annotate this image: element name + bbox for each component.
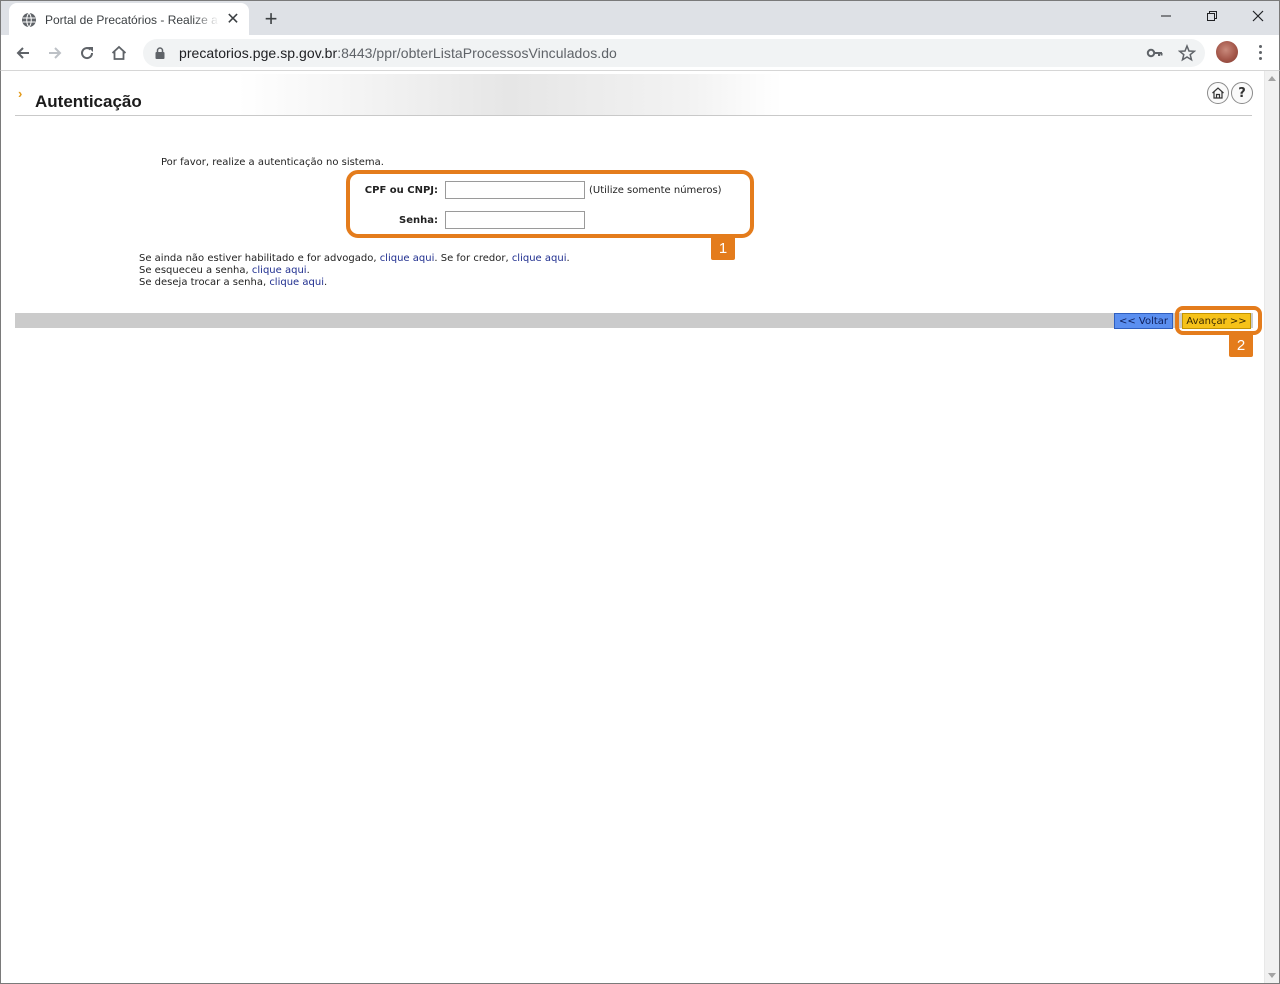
- browser-toolbar: precatorios.pge.sp.gov.br:8443/ppr/obter…: [0, 35, 1280, 71]
- tab-close-icon[interactable]: ✕: [225, 11, 241, 28]
- minimize-icon[interactable]: [1143, 1, 1189, 31]
- change-password-link[interactable]: clique aqui: [269, 277, 324, 288]
- page-viewport: › Autenticação ? Por favor, realize a au…: [0, 71, 1280, 984]
- bookmark-star-icon[interactable]: [1175, 41, 1199, 65]
- voltar-button[interactable]: << Voltar: [1114, 313, 1173, 329]
- annotation-badge-1: 1: [711, 236, 735, 260]
- help-icon[interactable]: ?: [1231, 82, 1253, 104]
- restore-icon[interactable]: [1189, 1, 1235, 31]
- change-password-line: Se deseja trocar a senha, clique aqui.: [139, 277, 328, 288]
- url-text: precatorios.pge.sp.gov.br:8443/ppr/obter…: [179, 45, 617, 61]
- chevron-right-icon: ›: [18, 86, 23, 101]
- forward-arrow-icon[interactable]: [41, 39, 69, 67]
- creditor-register-link[interactable]: clique aqui: [512, 253, 567, 264]
- lock-icon: [155, 47, 165, 59]
- annotation-badge-2: 2: [1229, 333, 1253, 357]
- annotation-highlight-avancar: [1175, 306, 1262, 335]
- lawyer-register-link[interactable]: clique aqui: [380, 253, 435, 264]
- annotation-highlight-form: [346, 170, 754, 238]
- register-line: Se ainda não estiver habilitado e for ad…: [139, 253, 570, 264]
- browser-menu-icon[interactable]: [1252, 40, 1268, 64]
- new-tab-button[interactable]: +: [257, 6, 285, 31]
- browser-tab-strip: Portal de Precatórios - Realize a autent…: [0, 0, 1280, 36]
- forgot-password-line: Se esqueceu a senha, clique aqui.: [139, 265, 310, 276]
- home-icon[interactable]: [105, 39, 133, 67]
- address-bar[interactable]: precatorios.pge.sp.gov.br:8443/ppr/obter…: [143, 39, 1205, 67]
- browser-tab[interactable]: Portal de Precatórios - Realize a autent…: [9, 3, 249, 36]
- tab-title: Portal de Precatórios - Realize a autent…: [45, 12, 219, 27]
- scroll-down-arrow-icon[interactable]: [1268, 973, 1276, 978]
- close-window-icon[interactable]: [1235, 1, 1280, 31]
- back-arrow-icon[interactable]: [9, 39, 37, 67]
- scroll-up-arrow-icon[interactable]: [1268, 76, 1276, 81]
- home-icon[interactable]: [1207, 82, 1229, 104]
- forgot-password-link[interactable]: clique aqui: [252, 265, 307, 276]
- reload-icon[interactable]: [73, 39, 101, 67]
- page-title: Autenticação: [35, 92, 142, 111]
- button-bar: [15, 313, 1253, 328]
- intro-text: Por favor, realize a autenticação no sis…: [161, 157, 384, 168]
- key-icon[interactable]: [1143, 41, 1167, 65]
- page-header: › Autenticação ?: [15, 74, 1253, 116]
- page-scrollbar[interactable]: [1264, 71, 1279, 983]
- profile-avatar[interactable]: [1216, 41, 1238, 63]
- help-links: Se ainda não estiver habilitado e for ad…: [139, 253, 570, 289]
- globe-icon: [22, 12, 36, 27]
